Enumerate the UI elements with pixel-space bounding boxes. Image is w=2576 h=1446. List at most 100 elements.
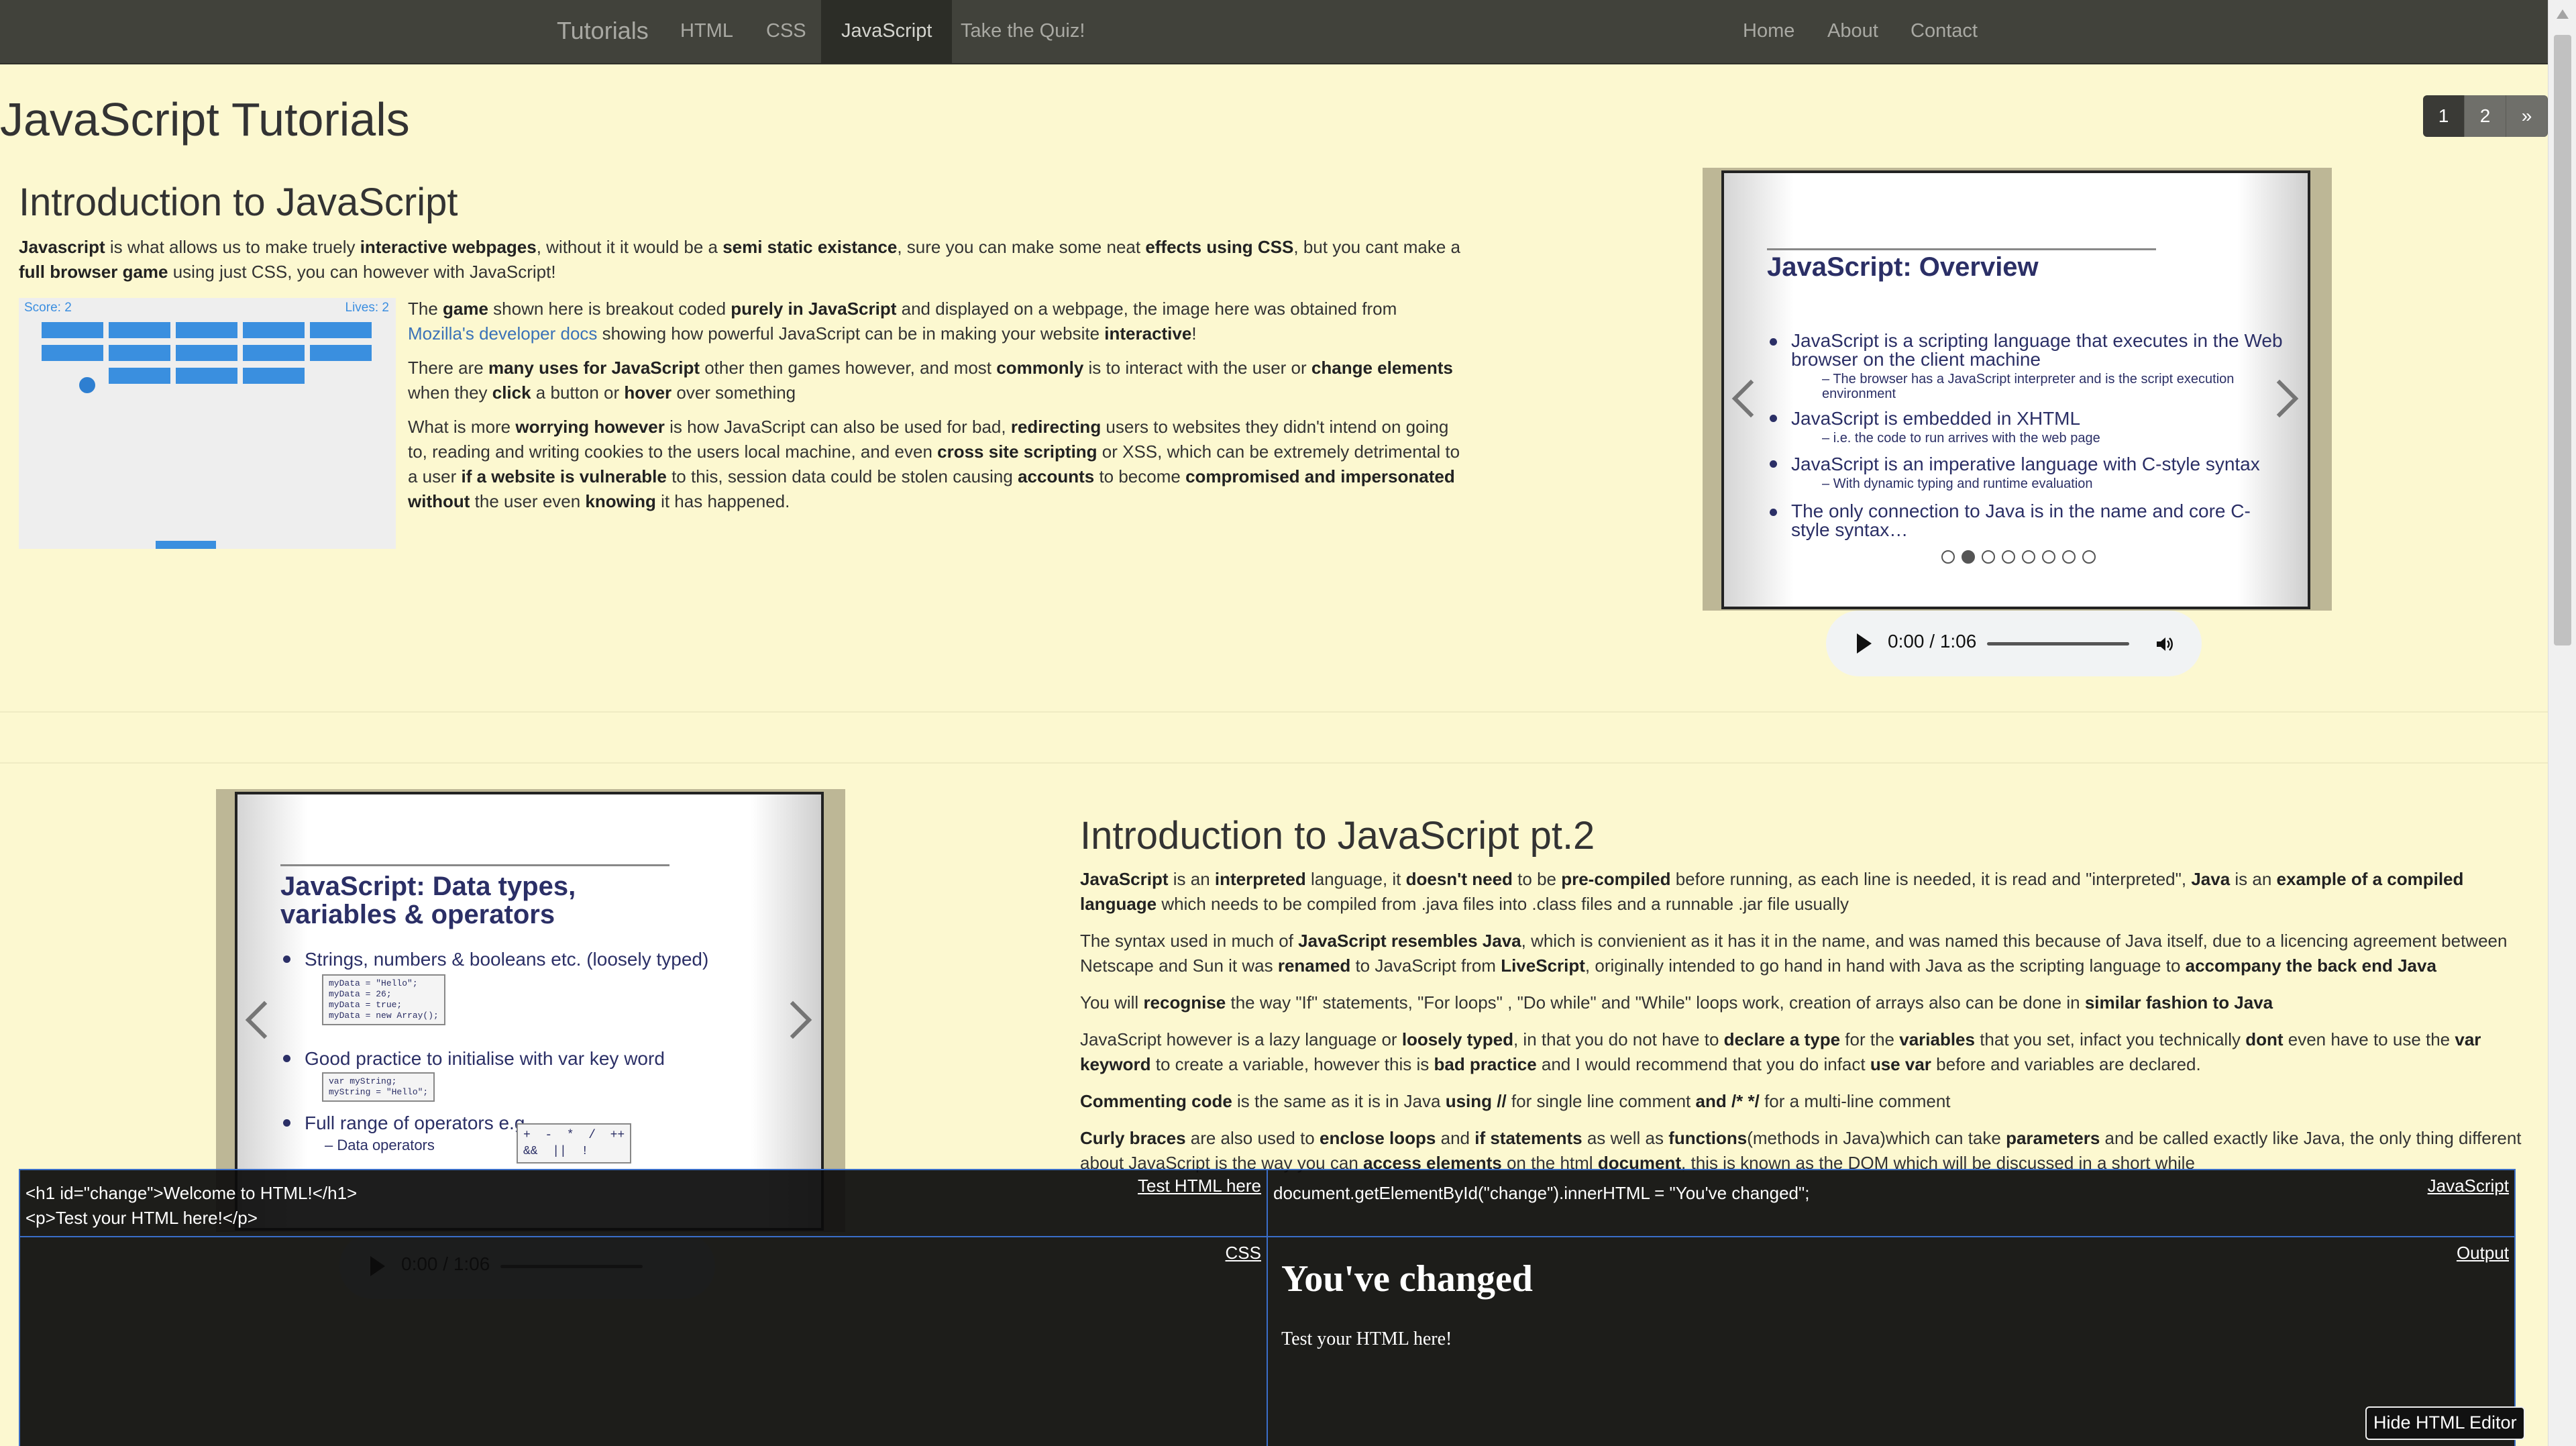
slide-bullet: JavaScript is an imperative language wit… [1770, 454, 2288, 475]
indicator-dot[interactable] [1982, 550, 1995, 564]
nav-html[interactable]: HTML [660, 0, 753, 63]
html-pane-label: Test HTML here [1138, 1176, 1261, 1196]
output-pane: Output You've changed Test your HTML her… [1267, 1236, 2516, 1446]
brick [176, 322, 237, 338]
brick [243, 345, 305, 361]
nav-quiz[interactable]: Take the Quiz! [941, 0, 1105, 63]
js-pane-label: JavaScript [2427, 1176, 2509, 1196]
brick [109, 345, 170, 361]
slide-title: JavaScript: Overview [1767, 252, 2039, 282]
play-icon[interactable] [1857, 633, 1872, 654]
output-heading: You've changed [1281, 1258, 1533, 1300]
js-code[interactable]: document.getElementById("change").innerH… [1273, 1181, 1809, 1206]
slide-operators: + - * / ++ && || ! [517, 1123, 632, 1164]
indicator-dot[interactable] [2022, 550, 2035, 564]
html-code[interactable]: <h1 id="change">Welcome to HTML!</h1> <p… [25, 1181, 357, 1231]
brick [243, 368, 305, 384]
css-input-pane[interactable]: CSS [19, 1236, 1268, 1446]
section1-heading: Introduction to JavaScript [19, 180, 458, 224]
slide-sub-bullet: – The browser has a JavaScript interpret… [1822, 372, 2235, 401]
nav-javascript[interactable]: JavaScript [821, 0, 953, 63]
brick [42, 345, 103, 361]
game-score: Score: 2 [24, 301, 72, 315]
slide-sub-bullet: – i.e. the code to run arrives with the … [1822, 431, 2100, 446]
scroll-up-icon[interactable] [2557, 9, 2569, 19]
nav-home[interactable]: Home [1723, 0, 1815, 63]
nav-brand[interactable]: Tutorials [537, 0, 669, 63]
nav-css[interactable]: CSS [746, 0, 826, 63]
scrollbar-thumb[interactable] [2554, 35, 2571, 645]
slide-bullet: Strings, numbers & booleans etc. (loosel… [283, 949, 708, 970]
brick [176, 345, 237, 361]
html-input-pane[interactable]: <h1 id="change">Welcome to HTML!</h1> <p… [19, 1169, 1268, 1237]
section2-heading: Introduction to JavaScript pt.2 [1080, 814, 1595, 858]
slide-bullet: The only connection to Java is in the na… [1770, 502, 2288, 539]
hide-editor-button[interactable]: Hide HTML Editor [2365, 1406, 2525, 1440]
html-editor: <h1 id="change">Welcome to HTML!</h1> <p… [19, 1169, 2516, 1446]
slide-code-sample: var myString; myString = "Hello"; [322, 1072, 435, 1102]
indicator-dot[interactable] [2002, 550, 2015, 564]
nav-contact[interactable]: Contact [1890, 0, 1998, 63]
syntax-paragraph: The syntax used in much of JavaScript re… [1080, 931, 2508, 976]
uses-paragraph: There are many uses for JavaScript other… [408, 358, 1453, 403]
nav-about[interactable]: About [1807, 0, 1898, 63]
game-paragraph: The game shown here is breakout coded pu… [408, 299, 1397, 344]
page-scrollbar[interactable] [2548, 0, 2576, 1446]
slide-overview: JavaScript: Overview JavaScript is a scr… [1721, 170, 2310, 609]
section-divider [0, 711, 2548, 713]
carousel-indicators [1941, 550, 2096, 564]
slide-carousel-2[interactable]: JavaScript: Data types, variables & opera… [216, 789, 845, 1232]
indicator-dot[interactable] [2042, 550, 2055, 564]
section2-body: JavaScript is an interpreted language, i… [1080, 867, 2529, 1176]
interpreted-paragraph: JavaScript is an interpreted language, i… [1080, 869, 2464, 914]
slide-carousel-1[interactable]: JavaScript: Overview JavaScript is a scr… [1703, 168, 2332, 611]
audio-time: 0:00 / 1:06 [1888, 631, 1977, 652]
slide-title-rule [280, 864, 669, 866]
loops-paragraph: You will recognise the way "If" statemen… [1080, 992, 2273, 1013]
slide-bullet: Full range of operators e.g [283, 1113, 525, 1134]
slide-code-sample: myData = "Hello"; myData = 26; myData = … [322, 974, 445, 1025]
breakout-game[interactable]: Score: 2 Lives: 2 [19, 298, 396, 549]
game-lives: Lives: 2 [345, 301, 389, 315]
volume-icon[interactable] [2155, 635, 2174, 654]
page-1-button[interactable]: 1 [2423, 95, 2465, 137]
slide-bullet: JavaScript is a scripting language that … [1770, 331, 2288, 369]
section-divider [0, 762, 2548, 764]
next-page-button[interactable]: » [2506, 95, 2548, 137]
brick [310, 322, 372, 338]
typing-paragraph: JavaScript however is a lazy language or… [1080, 1029, 2481, 1074]
slide-bullet: JavaScript is embedded in XHTML [1770, 408, 2288, 429]
page-2-button[interactable]: 2 [2465, 95, 2506, 137]
pagination: 1 2 » [2423, 95, 2548, 137]
brick [109, 368, 170, 384]
security-paragraph: What is more worrying however is how Jav… [408, 417, 1460, 511]
brick [243, 322, 305, 338]
js-input-pane[interactable]: document.getElementById("change").innerH… [1267, 1169, 2516, 1237]
comments-paragraph: Commenting code is the same as it is in … [1080, 1091, 1951, 1111]
brick [42, 322, 103, 338]
game-ball [79, 377, 95, 393]
output-paragraph: Test your HTML here! [1281, 1329, 1452, 1349]
mozilla-docs-link[interactable]: Mozilla's developer docs [408, 323, 597, 344]
slide-bullet: Good practice to initialise with var key… [283, 1048, 665, 1070]
indicator-dot-active[interactable] [1962, 550, 1975, 564]
slide-sub-bullet: – With dynamic typing and runtime evalua… [1822, 476, 2093, 491]
css-pane-label: CSS [1225, 1243, 1261, 1263]
slide-data-types: JavaScript: Data types, variables & opera… [235, 792, 824, 1231]
output-pane-label: Output [2456, 1243, 2509, 1263]
brick [109, 322, 170, 338]
section1-body: The game shown here is breakout coded pu… [408, 297, 1468, 514]
indicator-dot[interactable] [2062, 550, 2076, 564]
audio-player[interactable]: 0:00 / 1:06 [1826, 611, 2202, 676]
slide-title-rule [1767, 248, 2156, 250]
section1-intro: Javascript is what allows us to make tru… [19, 237, 1460, 282]
audio-progress[interactable] [1987, 642, 2129, 645]
slide-sub-bullet: – Data operators [325, 1137, 435, 1153]
page-title: JavaScript Tutorials [0, 93, 410, 146]
braces-paragraph: Curly braces are also used to enclose lo… [1080, 1128, 2522, 1173]
indicator-dot[interactable] [2082, 550, 2096, 564]
brick [176, 368, 237, 384]
indicator-dot[interactable] [1941, 550, 1955, 564]
brick [310, 345, 372, 361]
game-paddle [156, 541, 216, 549]
